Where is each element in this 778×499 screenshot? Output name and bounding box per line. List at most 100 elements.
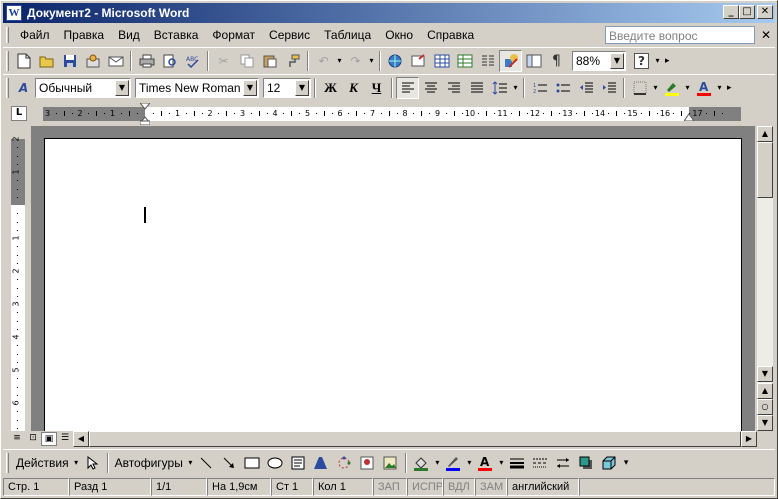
3d-style-icon[interactable] xyxy=(598,452,621,474)
text-box-icon[interactable] xyxy=(287,452,310,474)
horizontal-scroll-thumb[interactable] xyxy=(89,431,741,447)
redo-dropdown-icon[interactable]: ▾ xyxy=(367,56,376,65)
bullets-icon[interactable] xyxy=(551,77,574,99)
paste-icon[interactable] xyxy=(258,50,281,72)
redo-icon[interactable]: ↷ xyxy=(344,50,367,72)
web-view-icon[interactable]: ⊡ xyxy=(25,432,41,446)
print-icon[interactable] xyxy=(135,50,158,72)
help-question-input[interactable]: Введите вопрос xyxy=(605,26,755,44)
fill-color-dropdown-icon[interactable]: ▾ xyxy=(433,458,442,467)
line-color-dropdown-icon[interactable]: ▾ xyxy=(465,458,474,467)
close-button[interactable]: ✕ xyxy=(757,5,773,19)
menu-help[interactable]: Справка xyxy=(420,26,481,44)
insert-table-icon[interactable] xyxy=(430,50,453,72)
status-section[interactable]: Разд 1 xyxy=(69,478,151,496)
font-size-dropdown-icon[interactable]: ▼ xyxy=(295,79,309,96)
select-objects-arrow-icon[interactable] xyxy=(81,452,104,474)
scroll-left-button[interactable]: ◀ xyxy=(73,431,89,447)
highlight-pen-icon[interactable] xyxy=(660,77,683,99)
menu-view[interactable]: Вид xyxy=(111,26,147,44)
toolbar-options-icon[interactable]: ▸ xyxy=(727,83,732,93)
borders-dropdown-icon[interactable]: ▾ xyxy=(651,83,660,92)
document-page[interactable] xyxy=(44,138,742,431)
cut-scissors-icon[interactable]: ✂ xyxy=(212,50,235,72)
style-dropdown-icon[interactable]: ▼ xyxy=(115,79,129,96)
toolbar-options-icon[interactable]: ▸ xyxy=(665,56,670,66)
columns-icon[interactable] xyxy=(476,50,499,72)
line-style-icon[interactable] xyxy=(506,452,529,474)
office-assistant-help-icon[interactable]: ? xyxy=(630,50,653,72)
scroll-down-button[interactable]: ▼ xyxy=(757,366,773,382)
menu-edit[interactable]: Правка xyxy=(57,26,112,44)
status-extend[interactable]: ВДЛ xyxy=(443,478,475,496)
previous-page-button[interactable]: ▲ xyxy=(757,383,773,399)
undo-dropdown-icon[interactable]: ▾ xyxy=(335,56,344,65)
underline-button[interactable]: Ч xyxy=(365,77,388,99)
select-browse-object-button[interactable]: ○ xyxy=(757,399,773,415)
status-overtype[interactable]: ЗАМ xyxy=(475,478,507,496)
numbering-icon[interactable]: 12 xyxy=(528,77,551,99)
font-color-draw-icon[interactable]: A xyxy=(474,452,497,474)
scroll-right-button[interactable]: ▶ xyxy=(741,431,757,447)
menu-insert[interactable]: Вставка xyxy=(147,26,206,44)
tab-selector[interactable]: L xyxy=(11,106,27,121)
menu-format[interactable]: Формат xyxy=(205,26,262,44)
zoom-dropdown-icon[interactable]: ▼ xyxy=(610,52,624,69)
insert-picture-icon[interactable] xyxy=(379,452,402,474)
bold-button[interactable]: Ж xyxy=(319,77,342,99)
title-bar[interactable]: W Документ2 - Microsoft Word _ □ ✕ xyxy=(3,3,775,23)
status-page[interactable]: Стр. 1 xyxy=(3,478,69,496)
normal-view-icon[interactable]: ≡ xyxy=(9,432,25,446)
autoshapes-menu[interactable]: Автофигуры xyxy=(112,456,186,470)
line-spacing-dropdown-icon[interactable]: ▾ xyxy=(511,83,520,92)
save-disk-icon[interactable] xyxy=(58,50,81,72)
font-color-dropdown-icon[interactable]: ▾ xyxy=(715,83,724,92)
close-document-button[interactable]: ✕ xyxy=(761,28,771,42)
horizontal-scrollbar[interactable]: ◀ ▶ xyxy=(73,431,757,447)
toolbar-options-icon[interactable]: ▾ xyxy=(624,458,629,468)
hyperlink-globe-icon[interactable] xyxy=(384,50,407,72)
italic-button[interactable]: К xyxy=(342,77,365,99)
borders-icon[interactable] xyxy=(628,77,651,99)
document-area[interactable] xyxy=(31,126,755,431)
status-line[interactable]: Ст 1 xyxy=(271,478,313,496)
fill-color-bucket-icon[interactable] xyxy=(410,452,433,474)
status-track-changes[interactable]: ИСПР xyxy=(407,478,443,496)
menu-file[interactable]: Файл xyxy=(13,26,57,44)
help-dropdown-icon[interactable]: ▾ xyxy=(653,56,662,65)
print-layout-view-icon[interactable]: ▣ xyxy=(41,432,57,446)
zoom-combo[interactable]: 88% ▼ xyxy=(572,50,626,71)
menu-table[interactable]: Таблица xyxy=(317,26,378,44)
font-dropdown-icon[interactable]: ▼ xyxy=(243,79,257,96)
copy-icon[interactable] xyxy=(235,50,258,72)
tables-borders-icon[interactable] xyxy=(407,50,430,72)
highlight-dropdown-icon[interactable]: ▾ xyxy=(683,83,692,92)
shadow-style-icon[interactable] xyxy=(575,452,598,474)
permission-icon[interactable] xyxy=(81,50,104,72)
toolbar-grip[interactable] xyxy=(6,452,9,473)
status-position[interactable]: На 1,9см xyxy=(207,478,271,496)
scroll-up-button[interactable]: ▲ xyxy=(757,126,773,142)
line-icon[interactable] xyxy=(195,452,218,474)
status-record-macro[interactable]: ЗАП xyxy=(373,478,407,496)
wordart-icon[interactable] xyxy=(310,452,333,474)
maximize-button[interactable]: □ xyxy=(739,5,755,19)
horizontal-ruler[interactable]: 3 2 1 1 2 3 4 5 6 7 8 9 10 11 12 13 14 15 16 17 xyxy=(43,102,741,126)
vertical-ruler[interactable]: 2 1 1 2 3 4 5 6 xyxy=(11,136,25,431)
menu-window[interactable]: Окно xyxy=(378,26,420,44)
next-page-button[interactable]: ▼ xyxy=(757,415,773,431)
right-indent-marker[interactable] xyxy=(683,111,695,122)
show-formatting-pilcrow-icon[interactable]: ¶ xyxy=(545,50,568,72)
minimize-button[interactable]: _ xyxy=(723,5,739,19)
line-color-pen-icon[interactable] xyxy=(442,452,465,474)
status-language[interactable]: английский xyxy=(507,478,579,496)
vertical-scroll-thumb[interactable] xyxy=(757,142,773,198)
arrow-style-icon[interactable] xyxy=(552,452,575,474)
vertical-scrollbar[interactable]: ▲ ▼ ▲ ○ ▼ xyxy=(757,126,773,431)
toolbar-grip[interactable] xyxy=(6,77,9,98)
undo-icon[interactable]: ↶ xyxy=(312,50,335,72)
justify-icon[interactable] xyxy=(465,77,488,99)
font-size-combo[interactable]: 12 ▼ xyxy=(263,77,311,98)
insert-excel-icon[interactable] xyxy=(453,50,476,72)
word-app-icon[interactable]: W xyxy=(6,5,22,21)
